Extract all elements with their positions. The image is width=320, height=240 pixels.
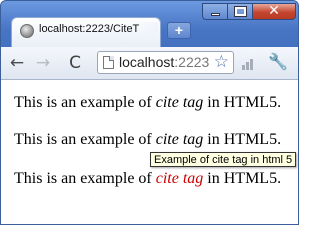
new-tab-button[interactable]: + bbox=[167, 22, 191, 39]
address-host: localhost bbox=[119, 54, 175, 70]
browser-toolbar: ← → C localhost:2223 ☆ 🔧 bbox=[1, 47, 298, 80]
paragraph: This is an example of cite tag in HTML5. bbox=[14, 94, 281, 112]
paragraph-text: in HTML5. bbox=[203, 131, 282, 148]
bar-2 bbox=[246, 62, 249, 70]
close-icon: ✕ bbox=[268, 3, 280, 19]
cite-element-hovered[interactable]: cite tag bbox=[156, 170, 204, 187]
cite-element: cite tag bbox=[155, 131, 204, 148]
title-bar: localhost:2223/CiteT + ✕ bbox=[1, 1, 298, 49]
paragraph-text: in HTML5. bbox=[203, 170, 282, 187]
minimize-icon bbox=[211, 13, 220, 16]
maximize-icon bbox=[234, 6, 247, 17]
paragraph-text: This is an example of bbox=[14, 170, 156, 187]
browser-window: localhost:2223/CiteT + ✕ ← → C localhost… bbox=[0, 0, 299, 225]
address-bar[interactable]: localhost:2223 ☆ bbox=[97, 51, 234, 74]
address-port: :2223 bbox=[174, 54, 210, 70]
bar-3 bbox=[250, 59, 253, 70]
tab-active[interactable]: localhost:2223/CiteT bbox=[11, 17, 161, 47]
page-action-icon[interactable] bbox=[242, 56, 256, 70]
wrench-icon[interactable]: 🔧 bbox=[268, 52, 288, 72]
cite-element: cite tag bbox=[155, 94, 204, 111]
page-icon bbox=[103, 56, 114, 69]
maximize-button[interactable] bbox=[227, 3, 253, 20]
address-text[interactable]: localhost:2223 bbox=[119, 54, 211, 70]
minimize-button[interactable] bbox=[202, 3, 228, 20]
page-content: This is an example of cite tag in HTML5.… bbox=[1, 80, 298, 224]
paragraph-text: This is an example of bbox=[14, 94, 156, 111]
tooltip: Example of cite tag in html 5 bbox=[150, 152, 297, 167]
paragraph: This is an example of cite tag in HTML5. bbox=[14, 131, 281, 149]
paragraph-text: in HTML5. bbox=[203, 94, 282, 111]
bookmark-star-icon[interactable]: ☆ bbox=[214, 52, 229, 73]
paragraph: This is an example of cite tag in HTML5. bbox=[14, 170, 281, 188]
tab-title-fade bbox=[138, 22, 158, 38]
close-button[interactable]: ✕ bbox=[252, 3, 296, 20]
bar-1 bbox=[242, 65, 245, 70]
globe-icon bbox=[20, 24, 34, 38]
reload-button[interactable]: C bbox=[65, 53, 85, 73]
back-button[interactable]: ← bbox=[7, 53, 27, 73]
forward-button[interactable]: → bbox=[33, 53, 53, 73]
paragraph-text: This is an example of bbox=[14, 131, 156, 148]
